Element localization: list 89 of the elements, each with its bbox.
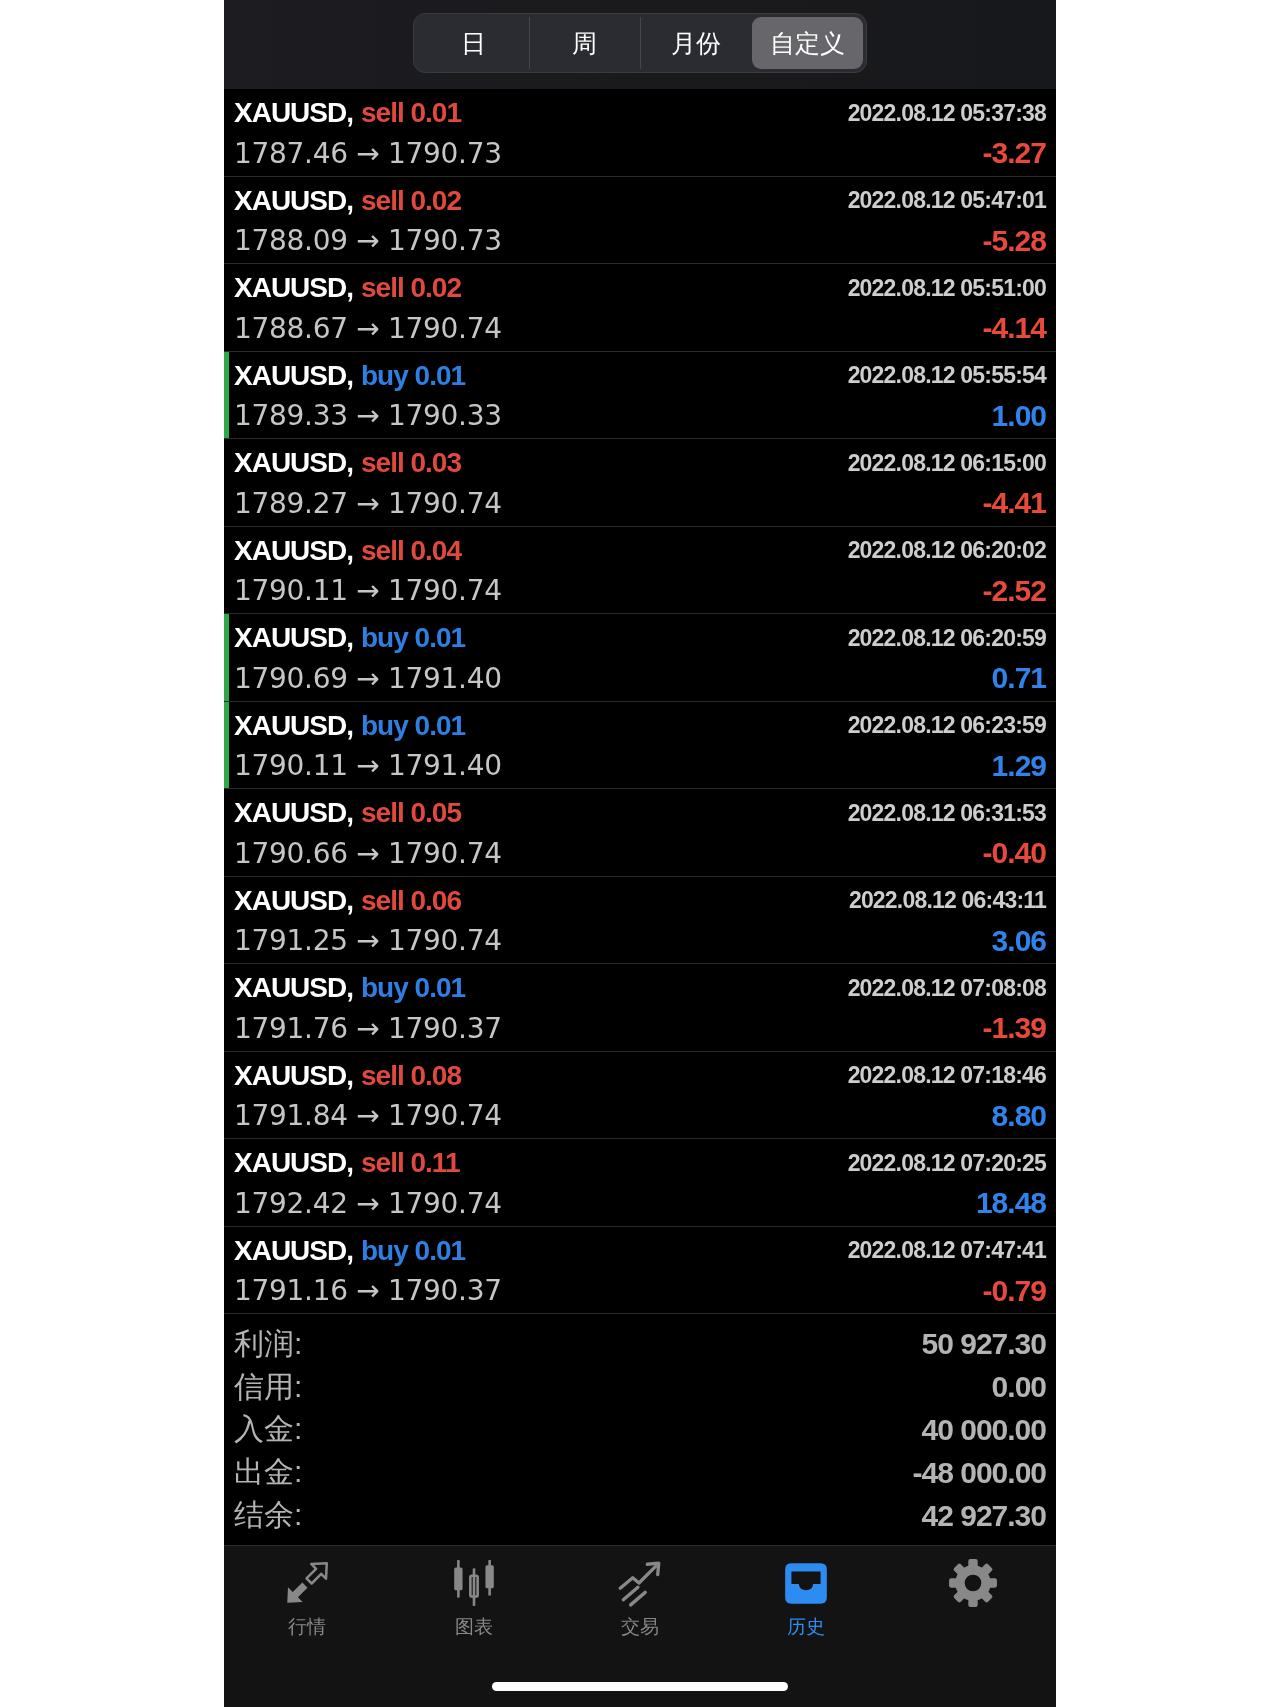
symbol-text: XAUUSD, [234,622,353,654]
trade-time: 2022.08.12 06:31:53 [847,799,1046,827]
symbol-text: XAUUSD, [234,534,353,567]
price-range: 1791.16 → 1790.37 [234,1274,503,1307]
symbol-text: XAUUSD, [234,184,353,217]
profit-value: -3.27 [982,136,1046,170]
trade-time: 2022.08.12 07:18:46 [847,1062,1046,1089]
order-text: sell 0.06 [361,884,461,917]
price-range: 1789.33 → 1790.33 [234,399,503,432]
summary-value: -48 000.00 [912,1455,1046,1490]
order-text: sell 0.08 [361,1059,461,1092]
tab-bar-item[interactable]: 历史 [781,1558,832,1638]
price-range: 1790.11 → 1791.40 [234,749,503,782]
profit-value: 1.29 [991,748,1046,783]
summary-label: 结余: [234,1497,303,1534]
trade-time: 2022.08.12 05:37:38 [847,99,1046,127]
order-text: sell 0.04 [361,534,461,567]
order-text: buy 0.01 [361,622,466,654]
symbol-text: XAUUSD, [234,359,353,392]
trade-time: 2022.08.12 05:55:54 [847,362,1046,389]
price-range: 1788.09 → 1790.73 [234,224,503,257]
summary-value: 40 000.00 [921,1413,1046,1447]
symbol-text: XAUUSD, [234,884,353,917]
summary-label: 信用: [234,1368,303,1405]
order-text: buy 0.01 [361,972,466,1004]
trade-time: 2022.08.12 07:08:08 [847,974,1046,1002]
profit-value: 1.00 [991,398,1046,433]
profit-value: 0.71 [991,661,1046,695]
symbol-text: XAUUSD, [234,972,353,1004]
price-range: 1790.11 → 1790.74 [234,574,503,607]
price-range: 1788.67 → 1790.74 [234,311,503,345]
symbol-text: XAUUSD, [234,447,353,479]
order-text: sell 0.03 [361,447,461,479]
gear-icon [947,1558,998,1608]
symbol-text: XAUUSD, [234,97,353,129]
symbol-text: XAUUSD, [234,1234,353,1267]
tab-bar-item[interactable]: 图表 [448,1558,499,1638]
profit-value: -1.39 [982,1011,1046,1045]
summary-label: 入金: [234,1411,303,1448]
profit-value: 8.80 [991,1098,1046,1133]
trade-time: 2022.08.12 06:15:00 [847,449,1046,477]
symbol-text: XAUUSD, [234,1059,353,1092]
tab-bar-item[interactable]: 交易 [615,1558,665,1638]
period-tab[interactable]: 日 [417,17,529,69]
price-range: 1791.84 → 1790.74 [234,1099,503,1132]
price-range: 1787.46 → 1790.73 [234,136,503,170]
price-range: 1790.66 → 1790.74 [234,836,503,870]
price-range: 1789.27 → 1790.74 [234,486,503,520]
order-text: buy 0.01 [361,359,466,392]
profit-value: -4.41 [982,486,1046,520]
price-range: 1790.69 → 1791.40 [234,661,503,695]
trade-time: 2022.08.12 06:20:02 [847,537,1046,564]
symbol-text: XAUUSD, [234,797,353,829]
profit-value: -0.40 [982,836,1046,870]
order-text: buy 0.01 [361,1234,466,1267]
symbol-text: XAUUSD, [234,709,353,742]
summary-label: 利润: [234,1325,303,1362]
profit-value: -5.28 [982,223,1046,258]
summary-label: 出金: [234,1454,303,1491]
profit-value: 3.06 [991,923,1046,958]
tab-bar-item[interactable]: 行情 [282,1558,333,1638]
order-text: sell 0.02 [361,184,461,217]
profit-value: -2.52 [982,573,1046,608]
period-tab[interactable]: 周 [528,17,640,69]
price-range: 1791.76 → 1790.37 [234,1011,503,1045]
profit-value: -0.79 [982,1273,1046,1308]
period-tab[interactable]: 自定义 [751,17,863,69]
order-text: buy 0.01 [361,709,466,742]
price-range: 1792.42 → 1790.74 [234,1186,503,1220]
symbol-text: XAUUSD, [234,1147,353,1179]
trade-time: 2022.08.12 05:47:01 [847,187,1046,214]
trade-time: 2022.08.12 06:23:59 [847,712,1046,739]
trade-time: 2022.08.12 06:43:11 [848,887,1046,914]
trade-time: 2022.08.12 06:20:59 [847,624,1046,652]
order-text: sell 0.01 [361,97,461,129]
profit-value: -4.14 [982,311,1046,345]
order-text: sell 0.02 [361,272,461,304]
trade-time: 2022.08.12 07:20:25 [847,1149,1046,1177]
summary-value: 0.00 [991,1370,1046,1405]
summary-value: 42 927.30 [921,1498,1046,1533]
trade-time: 2022.08.12 05:51:00 [847,274,1046,302]
profit-value: 18.48 [975,1186,1046,1220]
order-text: sell 0.11 [361,1147,460,1179]
price-range: 1791.25 → 1790.74 [234,924,503,957]
period-tab[interactable]: 月份 [640,17,752,69]
trade-time: 2022.08.12 07:47:41 [847,1237,1046,1264]
summary-value: 50 927.30 [921,1327,1046,1362]
order-text: sell 0.05 [361,797,461,829]
symbol-text: XAUUSD, [234,272,353,304]
